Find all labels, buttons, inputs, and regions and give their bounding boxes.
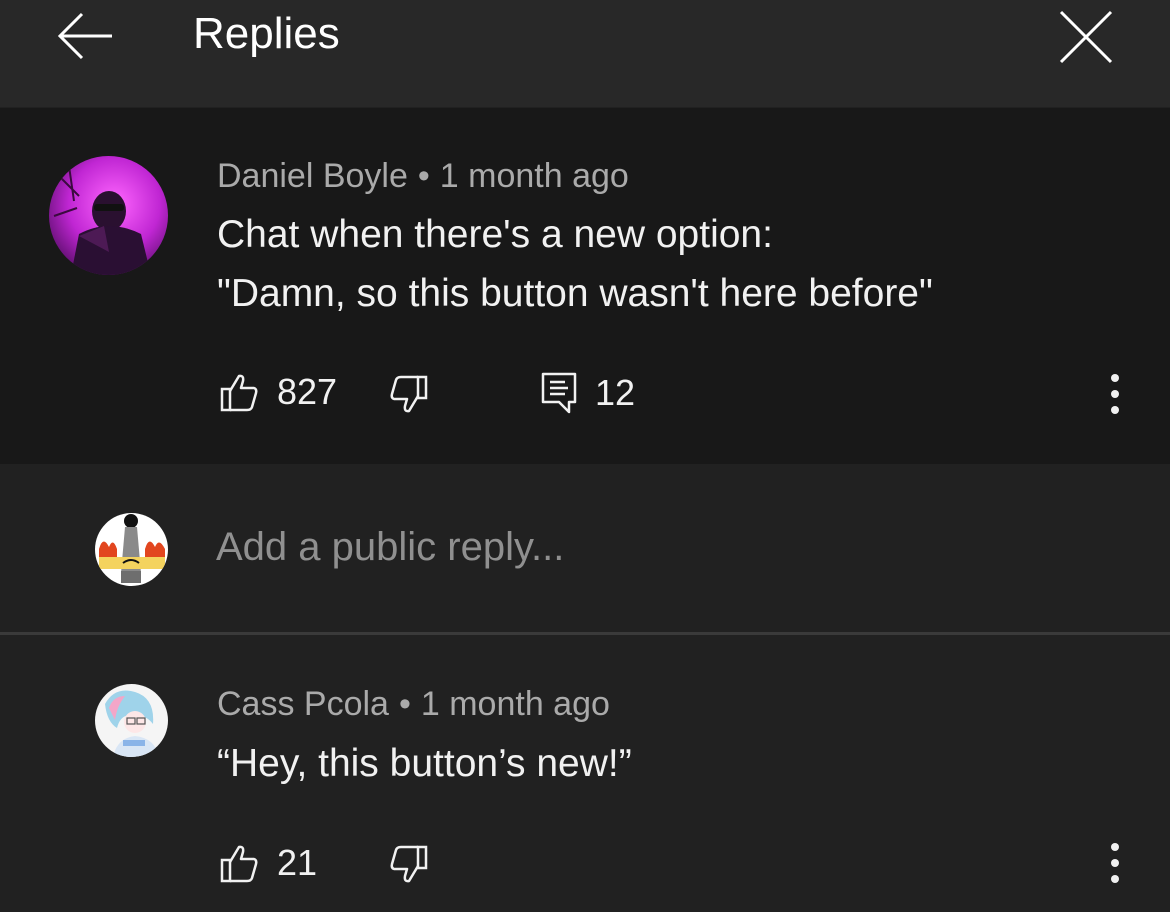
avatar-image [95, 684, 168, 757]
more-options-button[interactable] [1105, 843, 1125, 883]
thumbs-up-icon [220, 845, 258, 883]
comment-icon [541, 372, 577, 414]
comment-text: “Hey, this button’s new!” [217, 742, 632, 785]
add-reply-row [0, 465, 1170, 633]
more-options-button[interactable] [1105, 374, 1125, 414]
dislike-button[interactable] [389, 375, 429, 415]
like-button[interactable]: 827 [219, 371, 337, 413]
like-count: 21 [277, 842, 318, 883]
avatar[interactable] [49, 156, 168, 275]
close-button[interactable] [1055, 8, 1117, 68]
comment-meta: Daniel Boyle • 1 month ago [217, 157, 629, 196]
dislike-button[interactable] [389, 845, 429, 885]
reply-button[interactable]: 12 [541, 372, 635, 414]
like-button[interactable]: 21 [219, 842, 317, 884]
comment-text-line-2: "Damn, so this button wasn't here before… [217, 272, 933, 315]
parent-comment: Daniel Boyle • 1 month ago Chat when there… [0, 108, 1170, 464]
more-vertical-icon [1111, 843, 1119, 851]
replies-header: Replies [0, 0, 1170, 107]
comment-meta: Cass Pcola • 1 month ago [217, 685, 610, 724]
comment-time[interactable]: 1 month ago [440, 157, 629, 195]
thumbs-down-icon [390, 845, 428, 883]
avatar-image [49, 156, 168, 275]
meta-separator: • [417, 157, 430, 195]
back-button[interactable] [56, 8, 116, 64]
more-vertical-icon [1111, 374, 1119, 382]
thumbs-down-icon [390, 375, 428, 413]
comment-text-line-1: Chat when there's a new option: [217, 213, 773, 256]
divider [0, 632, 1170, 635]
reply-count: 12 [595, 372, 636, 413]
avatar[interactable] [95, 684, 168, 757]
like-count: 827 [277, 371, 338, 412]
close-icon [1059, 10, 1113, 64]
thumbs-up-icon [220, 374, 258, 412]
author-name[interactable]: Cass Pcola [217, 685, 389, 723]
avatar-image [95, 513, 168, 586]
reply-input[interactable] [216, 515, 1116, 579]
comment-time[interactable]: 1 month ago [421, 685, 610, 723]
meta-separator: • [398, 685, 411, 723]
arrow-left-icon [57, 12, 112, 60]
current-user-avatar[interactable] [95, 513, 168, 586]
author-name[interactable]: Daniel Boyle [217, 157, 408, 195]
page-title: Replies [193, 9, 340, 58]
